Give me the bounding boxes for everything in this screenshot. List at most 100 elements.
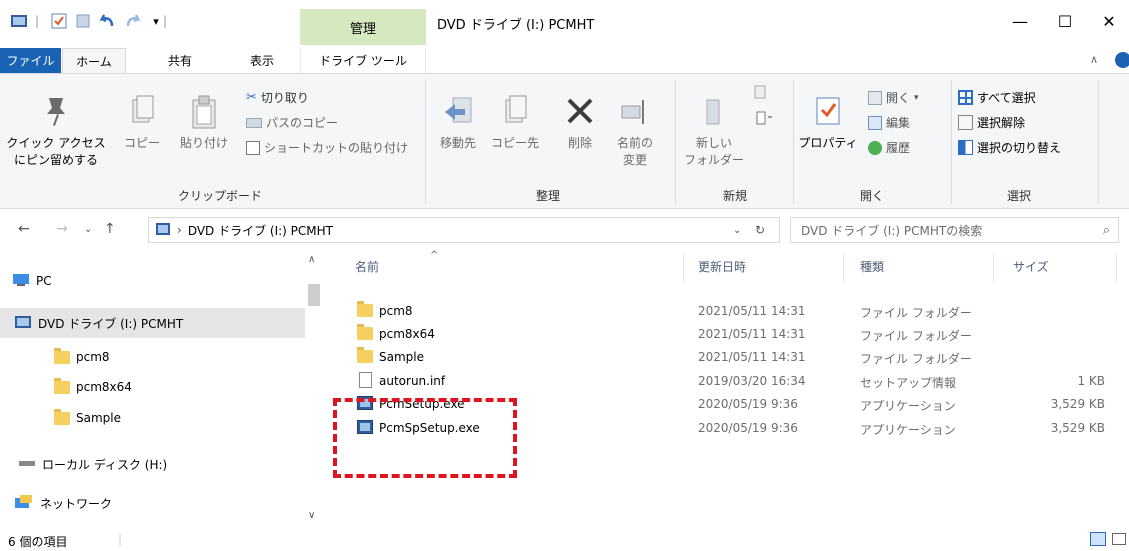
new-folder-qa-icon[interactable]	[74, 13, 92, 29]
large-icons-view-icon[interactable]	[1112, 533, 1126, 545]
file-row[interactable]: pcm8x64 2021/05/11 14:31 ファイル フォルダー	[323, 323, 1129, 345]
file-list: ^ 名前 更新日時 種類 サイズ pcm8 2021/05/11 14:31 フ…	[323, 248, 1129, 528]
pc-icon	[12, 273, 30, 290]
disk-icon	[18, 457, 36, 471]
select-none-button[interactable]: 選択解除	[958, 114, 1025, 131]
file-row[interactable]: pcm8 2021/05/11 14:31 ファイル フォルダー	[323, 300, 1129, 322]
tab-file[interactable]: ファイル	[0, 48, 61, 73]
undo-icon[interactable]	[98, 13, 116, 29]
redo-icon[interactable]	[124, 13, 142, 29]
folder-icon	[357, 347, 373, 363]
nav-item-pcm8x64[interactable]: pcm8x64	[54, 372, 132, 402]
new-item-icon[interactable]	[752, 84, 772, 105]
new-folder-button[interactable]: 新しい フォルダー	[684, 94, 744, 168]
close-button[interactable]: ✕	[1089, 8, 1129, 34]
move-to-button[interactable]: 移動先	[436, 94, 480, 151]
move-to-icon	[436, 94, 480, 134]
pin-label-line2: にピン留めする	[13, 153, 98, 167]
minimize-button[interactable]: —	[1000, 8, 1040, 34]
nav-scrollbar[interactable]: ∧ ∨	[305, 248, 323, 528]
file-type: ファイル フォルダー	[860, 329, 972, 343]
back-arrow-icon[interactable]: ←	[18, 221, 30, 237]
new-group-label: 新規	[723, 189, 748, 203]
history-icon	[868, 140, 882, 155]
nav-item-pc[interactable]: PC	[12, 266, 52, 296]
open-button[interactable]: 開く ▾	[868, 89, 919, 106]
recent-locations-icon[interactable]: ⌄	[84, 224, 92, 235]
search-box[interactable]: DVD ドライブ (I:) PCMHTの検索 ⌕	[790, 217, 1119, 243]
sort-arrow-icon: ^	[430, 250, 439, 261]
ribbon-separator	[951, 80, 952, 204]
copy-icon	[122, 94, 162, 134]
address-dropdown-icon[interactable]: ⌄	[733, 225, 741, 236]
rename-button[interactable]: 名前の 変更	[612, 94, 658, 168]
delete-button[interactable]: 削除	[560, 94, 600, 151]
paste-shortcut-icon	[246, 140, 260, 155]
nav-item-pcm8[interactable]: pcm8	[54, 342, 110, 372]
edit-button[interactable]: 編集	[868, 114, 910, 131]
scroll-thumb[interactable]	[308, 284, 320, 306]
details-view-icon[interactable]	[1090, 532, 1106, 546]
address-bar[interactable]: › DVD ドライブ (I:) PCMHT ⌄ ↻	[148, 217, 780, 243]
column-header-size[interactable]: サイズ	[1013, 258, 1049, 275]
paste-button[interactable]: 貼り付け	[174, 94, 234, 151]
properties-qa-icon[interactable]	[50, 13, 68, 29]
tab-view[interactable]: 表示	[236, 48, 288, 73]
nav-item-sample[interactable]: Sample	[54, 403, 121, 433]
rename-label-line1: 名前の	[616, 136, 653, 150]
manage-context-tab[interactable]: 管理	[300, 9, 426, 45]
nav-item-network[interactable]: ネットワーク	[14, 488, 112, 518]
invert-selection-button[interactable]: 選択の切り替え	[958, 139, 1061, 156]
invert-selection-label: 選択の切り替え	[977, 141, 1062, 155]
column-header-name[interactable]: 名前	[355, 258, 379, 275]
nav-label: ローカル ディスク (H:)	[42, 457, 168, 472]
select-all-button[interactable]: すべて選択	[958, 89, 1036, 106]
copy-path-button[interactable]: パスのコピー	[246, 114, 338, 131]
highlight-box	[333, 398, 517, 478]
scroll-up-icon[interactable]: ∧	[308, 254, 315, 265]
search-placeholder: DVD ドライブ (I:) PCMHTの検索	[801, 223, 983, 238]
collapse-ribbon-icon[interactable]: ∧	[1090, 53, 1098, 66]
paste-shortcut-button[interactable]: ショートカットの貼り付け	[246, 139, 408, 156]
maximize-button[interactable]: ☐	[1045, 8, 1085, 34]
column-header-type[interactable]: 種類	[860, 258, 884, 275]
nav-item-local-disk[interactable]: ローカル ディスク (H:)	[18, 449, 167, 479]
new-folder-label-line1: 新しい	[695, 136, 732, 150]
properties-label: プロパティ	[798, 136, 858, 150]
copy-button[interactable]: コピー	[122, 94, 162, 151]
tab-drive-tools[interactable]: ドライブ ツール	[300, 48, 426, 73]
file-type: ファイル フォルダー	[860, 306, 972, 320]
pin-quick-access-button[interactable]: クイック アクセス にピン留めする	[6, 94, 106, 168]
help-icon[interactable]	[1115, 52, 1129, 68]
tab-share[interactable]: 共有	[160, 48, 200, 73]
edit-icon	[868, 115, 882, 130]
qa-separator: |	[34, 14, 40, 28]
column-header-date[interactable]: 更新日時	[698, 258, 746, 275]
ribbon-tab-row: ファイル ホーム 共有 表示 ドライブ ツール ∧	[0, 48, 1129, 73]
paste-label: 貼り付け	[179, 136, 228, 150]
search-icon[interactable]: ⌕	[1103, 223, 1110, 238]
address-path[interactable]: DVD ドライブ (I:) PCMHT	[188, 222, 333, 239]
address-row: ← → ⌄ ↑ › DVD ドライブ (I:) PCMHT ⌄ ↻ DVD ドラ…	[0, 212, 1129, 248]
scissors-icon: ✂	[246, 90, 257, 105]
nav-label: ネットワーク	[40, 496, 113, 511]
file-row[interactable]: Sample 2021/05/11 14:31 ファイル フォルダー	[323, 346, 1129, 368]
forward-arrow-icon[interactable]: →	[56, 221, 68, 237]
status-separator: |	[118, 532, 123, 546]
file-date: 2020/05/19 9:36	[698, 421, 798, 435]
cut-button[interactable]: ✂ 切り取り	[246, 89, 309, 106]
file-row[interactable]: autorun.inf 2019/03/20 16:34 セットアップ情報 1 …	[323, 370, 1129, 392]
refresh-icon[interactable]: ↻	[755, 223, 765, 237]
nav-item-dvd-drive[interactable]: DVD ドライブ (I:) PCMHT	[0, 308, 305, 338]
easy-access-icon[interactable]	[752, 110, 774, 131]
new-folder-label-line2: フォルダー	[684, 153, 745, 167]
up-arrow-icon[interactable]: ↑	[104, 221, 116, 237]
breadcrumb-chevron-icon: ›	[177, 223, 182, 237]
tab-home[interactable]: ホーム	[62, 48, 126, 73]
paste-shortcut-label: ショートカットの貼り付け	[264, 141, 409, 155]
copy-to-button[interactable]: コピー先	[490, 94, 540, 151]
properties-button[interactable]: プロパティ	[798, 94, 858, 151]
history-button[interactable]: 履歴	[868, 139, 910, 156]
file-size: 1 KB	[1077, 374, 1105, 388]
scroll-down-icon[interactable]: ∨	[308, 510, 315, 521]
